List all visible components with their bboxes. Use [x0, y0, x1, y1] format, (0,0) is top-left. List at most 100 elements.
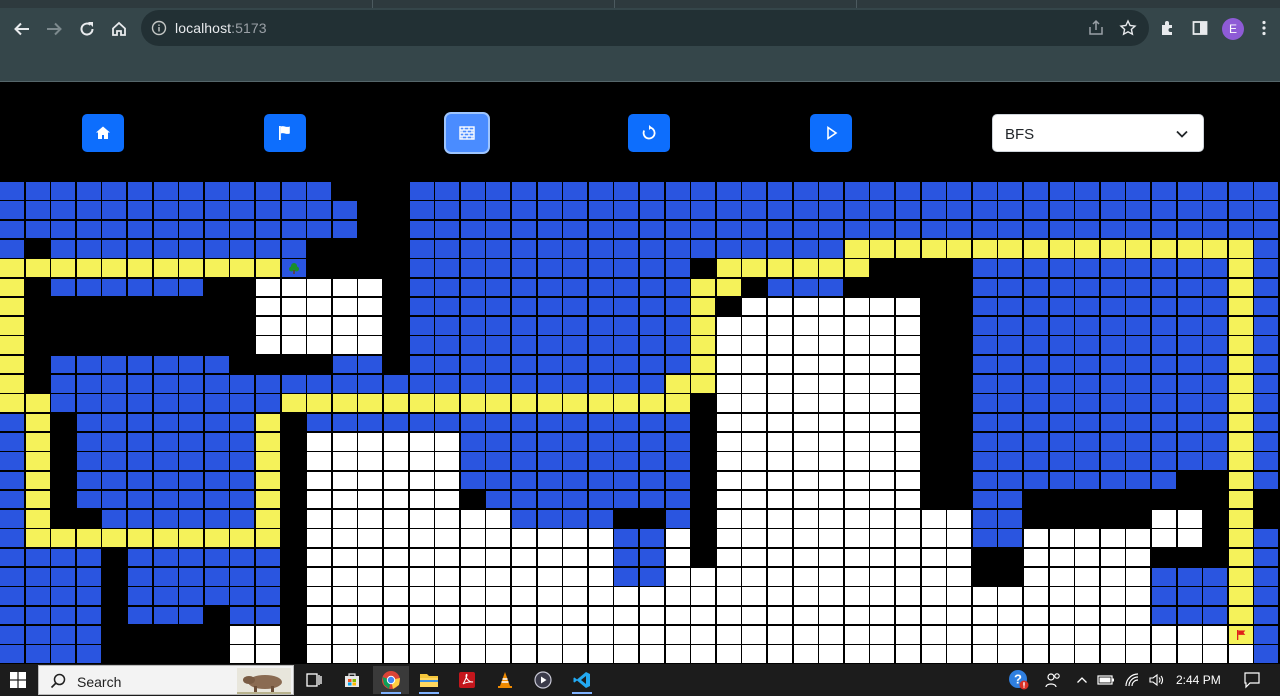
- grid-cell[interactable]: [1177, 201, 1202, 219]
- grid-cell[interactable]: [1024, 510, 1048, 528]
- grid-cell[interactable]: [1024, 587, 1048, 605]
- grid-cell[interactable]: [793, 201, 818, 219]
- grid-cell[interactable]: [460, 529, 485, 548]
- grid-cell[interactable]: [256, 471, 280, 490]
- grid-cell[interactable]: [332, 510, 357, 528]
- grid-cell[interactable]: [563, 375, 588, 393]
- grid-cell[interactable]: [972, 394, 997, 412]
- grid-cell[interactable]: [1152, 568, 1176, 586]
- grid-cell[interactable]: [512, 510, 536, 528]
- grid-cell[interactable]: [230, 645, 255, 663]
- grid-cell[interactable]: [153, 355, 178, 374]
- grid-cell[interactable]: [1024, 394, 1048, 412]
- grid-cell[interactable]: [460, 278, 485, 297]
- grid-cell[interactable]: [230, 548, 255, 567]
- grid-cell[interactable]: [256, 432, 280, 451]
- grid-cell[interactable]: [537, 529, 562, 548]
- grid-cell[interactable]: [742, 239, 767, 258]
- grid-cell[interactable]: [947, 394, 972, 412]
- grid-cell[interactable]: [128, 239, 152, 258]
- grid-cell[interactable]: [1152, 201, 1176, 219]
- grid-cell[interactable]: [870, 239, 895, 258]
- grid-cell[interactable]: [486, 413, 511, 432]
- grid-cell[interactable]: [512, 452, 536, 470]
- grid-cell[interactable]: [1075, 548, 1100, 567]
- grid-cell[interactable]: [793, 587, 818, 605]
- grid-cell[interactable]: [384, 510, 408, 528]
- grid-cell[interactable]: [614, 471, 639, 490]
- grid-cell[interactable]: [128, 336, 152, 355]
- grid-cell[interactable]: [1024, 375, 1048, 393]
- grid-cell[interactable]: [716, 394, 741, 412]
- grid-cell[interactable]: [25, 452, 50, 470]
- grid-cell[interactable]: [896, 297, 920, 316]
- grid-cell[interactable]: [1100, 645, 1125, 663]
- grid-cell[interactable]: [716, 201, 741, 219]
- grid-cell[interactable]: [537, 471, 562, 490]
- grid-cell[interactable]: [76, 587, 101, 605]
- grid-cell[interactable]: [307, 278, 332, 297]
- grid-cell[interactable]: [1100, 182, 1125, 200]
- grid-cell[interactable]: [512, 548, 536, 567]
- grid-cell[interactable]: [0, 239, 24, 258]
- grid-cell[interactable]: [0, 510, 24, 528]
- grid-cell[interactable]: [51, 375, 76, 393]
- grid-cell[interactable]: [819, 201, 844, 219]
- grid-cell[interactable]: [1049, 529, 1074, 548]
- grid-cell[interactable]: [1203, 355, 1228, 374]
- grid-cell[interactable]: [25, 239, 50, 258]
- grid-cell[interactable]: [1126, 201, 1151, 219]
- grid-cell[interactable]: [51, 317, 76, 335]
- grid-cell[interactable]: [563, 645, 588, 663]
- grid-cell[interactable]: [972, 201, 997, 219]
- grid-cell[interactable]: [691, 394, 716, 412]
- grid-cell[interactable]: [0, 336, 24, 355]
- grid-cell[interactable]: [1049, 587, 1074, 605]
- grid-cell[interactable]: [1203, 297, 1228, 316]
- grid-cell[interactable]: [512, 317, 536, 335]
- grid-cell[interactable]: [793, 645, 818, 663]
- grid-cell[interactable]: [179, 201, 204, 219]
- grid-cell[interactable]: [409, 259, 434, 277]
- grid-cell[interactable]: [76, 182, 101, 200]
- grid-cell[interactable]: [384, 529, 408, 548]
- grid-cell[interactable]: [76, 413, 101, 432]
- grid-cell[interactable]: [1126, 317, 1151, 335]
- grid-cell[interactable]: [51, 548, 76, 567]
- grid-cell[interactable]: [563, 587, 588, 605]
- grid-cell[interactable]: [896, 587, 920, 605]
- grid-cell[interactable]: [0, 259, 24, 277]
- share-icon[interactable]: [1087, 19, 1105, 37]
- grid-cell[interactable]: [51, 432, 76, 451]
- grid-cell[interactable]: [1049, 625, 1074, 644]
- grid-cell[interactable]: [0, 548, 24, 567]
- grid-cell[interactable]: [384, 490, 408, 509]
- grid-cell[interactable]: [742, 548, 767, 567]
- grid-cell[interactable]: [409, 239, 434, 258]
- grid-cell[interactable]: [563, 220, 588, 239]
- grid-cell[interactable]: [768, 625, 792, 644]
- grid-cell[interactable]: [1126, 182, 1151, 200]
- grid-cell[interactable]: [1203, 587, 1228, 605]
- grid-cell[interactable]: [896, 490, 920, 509]
- start-node-icon[interactable]: [281, 259, 306, 278]
- grid-cell[interactable]: [460, 568, 485, 586]
- grid-cell[interactable]: [281, 529, 306, 548]
- grid-cell[interactable]: [25, 413, 50, 432]
- grid-cell[interactable]: [1024, 278, 1048, 297]
- grid-cell[interactable]: [256, 375, 280, 393]
- grid-cell[interactable]: [998, 529, 1023, 548]
- grid-cell[interactable]: [1049, 220, 1074, 239]
- grid-cell[interactable]: [460, 239, 485, 258]
- grid-cell[interactable]: [435, 220, 460, 239]
- grid-cell[interactable]: [384, 239, 408, 258]
- grid-cell[interactable]: [947, 606, 972, 625]
- grid-cell[interactable]: [1228, 606, 1253, 625]
- grid-cell[interactable]: [588, 625, 613, 644]
- grid-cell[interactable]: [204, 355, 229, 374]
- back-button[interactable]: [10, 17, 34, 41]
- grid-cell[interactable]: [1100, 529, 1125, 548]
- grid-cell[interactable]: [793, 568, 818, 586]
- grid-cell[interactable]: [844, 355, 869, 374]
- grid-cell[interactable]: [307, 645, 332, 663]
